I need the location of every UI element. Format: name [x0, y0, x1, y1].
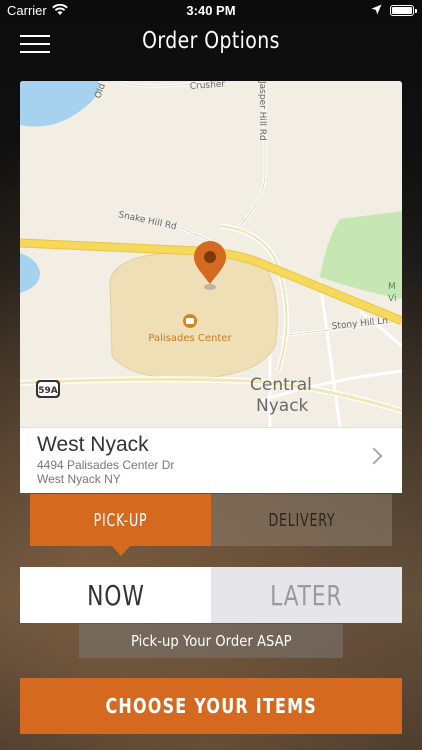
choose-items-label: CHOOSE YOUR ITEMS [105, 694, 317, 718]
location-name: West Nyack [37, 433, 149, 456]
map-graphic: Snake Hill Rd Jasper Hill Rd Crusher Old… [20, 81, 402, 427]
order-type-segmented-control: PICK-UP DELIVERY [30, 494, 392, 556]
poi-label: Palisades Center [148, 333, 232, 344]
now-button[interactable]: NOW [20, 567, 211, 623]
delivery-label: DELIVERY [268, 509, 335, 531]
park-label-2: Vi [388, 294, 396, 304]
town-label-line1: Central [250, 375, 312, 395]
location-row[interactable]: West Nyack 4494 Palisades Center Dr West… [20, 427, 402, 493]
asap-info-banner: Pick-up Your Order ASAP [79, 624, 343, 658]
battery-icon [390, 5, 417, 16]
location-address-line1: 4494 Palisades Center Dr [37, 458, 175, 472]
location-address-line2: West Nyack NY [37, 472, 121, 486]
later-label: LATER [270, 578, 343, 612]
asap-text: Pick-up Your Order ASAP [130, 632, 292, 650]
town-label-line2: Nyack [256, 396, 309, 416]
delivery-button[interactable]: DELIVERY [211, 494, 392, 546]
park-label-1: M [388, 282, 396, 292]
order-time-segmented-control: NOW LATER [20, 567, 402, 623]
exit-shield-label: 59A [38, 386, 58, 396]
later-button[interactable]: LATER [211, 567, 402, 623]
now-label: NOW [86, 578, 145, 612]
location-map[interactable]: Snake Hill Rd Jasper Hill Rd Crusher Old… [20, 81, 402, 427]
status-bar: Carrier 3:40 PM [0, 0, 422, 22]
location-arrow-icon [371, 4, 382, 15]
choose-items-button[interactable]: CHOOSE YOUR ITEMS [20, 678, 402, 734]
clock: 3:40 PM [186, 3, 236, 18]
chevron-right-icon [365, 447, 383, 465]
pickup-button[interactable]: PICK-UP [30, 494, 211, 556]
selection-notch [111, 546, 130, 556]
pickup-label: PICK-UP [93, 509, 148, 531]
header: Order Options [0, 22, 422, 66]
road-label-jasper-hill: Jasper Hill Rd [257, 81, 267, 141]
page-title: Order Options [142, 28, 280, 54]
